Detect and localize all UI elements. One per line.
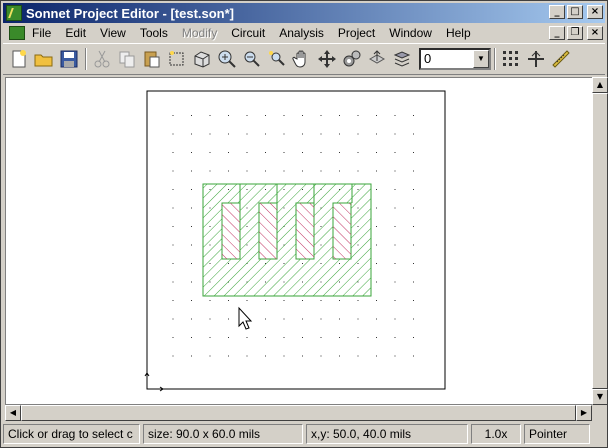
title-bar[interactable]: Sonnet Project Editor - [test.son*] _ □ …: [3, 3, 605, 23]
menu-bar: File Edit View Tools Modify Circuit Anal…: [3, 23, 605, 43]
status-zoom: 1.0x: [471, 424, 521, 444]
scroll-up-button[interactable]: ▲: [592, 77, 608, 93]
document-icon[interactable]: [9, 26, 25, 40]
doc-close-button[interactable]: ×: [587, 26, 603, 40]
circuit-layout[interactable]: [6, 78, 592, 404]
cut-icon[interactable]: [90, 47, 114, 71]
zoom-in-icon[interactable]: [215, 47, 239, 71]
level-stack-icon[interactable]: [390, 47, 414, 71]
vertical-scroll-thumb[interactable]: [592, 93, 608, 389]
minimize-button[interactable]: _: [549, 5, 565, 19]
window-title: Sonnet Project Editor - [test.son*]: [26, 5, 235, 21]
status-hint: Click or drag to select c: [3, 424, 140, 444]
select-icon[interactable]: [165, 47, 189, 71]
vertical-scrollbar[interactable]: ▲ ▼: [592, 77, 608, 405]
menu-help[interactable]: Help: [439, 23, 478, 43]
scroll-right-button[interactable]: ▶: [576, 405, 592, 421]
horizontal-scrollbar[interactable]: ◀ ▶: [5, 405, 592, 421]
level-select[interactable]: 0 ▼: [419, 48, 491, 70]
status-mode: Pointer: [524, 424, 590, 444]
close-button[interactable]: ×: [587, 5, 603, 19]
gears-icon[interactable]: [340, 47, 364, 71]
menu-circuit[interactable]: Circuit: [224, 23, 272, 43]
doc-minimize-button[interactable]: _: [549, 26, 565, 40]
main-toolbar: 0 ▼: [3, 43, 605, 75]
layout-canvas[interactable]: [5, 77, 593, 405]
status-coords: x,y: 50.0, 40.0 mils: [306, 424, 468, 444]
sonnet-app-icon[interactable]: [6, 5, 22, 21]
move-arrows-icon[interactable]: [315, 47, 339, 71]
menu-window[interactable]: Window: [382, 23, 439, 43]
chevron-down-icon[interactable]: ▼: [473, 50, 489, 68]
ruler-icon[interactable]: [549, 47, 573, 71]
level-up-icon[interactable]: [365, 47, 389, 71]
reference-plane-icon[interactable]: [524, 47, 548, 71]
menu-tools[interactable]: Tools: [133, 23, 175, 43]
maximize-button[interactable]: □: [567, 5, 583, 19]
status-bar: Click or drag to select c size: 90.0 x 6…: [3, 423, 605, 445]
open-folder-icon[interactable]: [32, 47, 56, 71]
app-window: Sonnet Project Editor - [test.son*] _ □ …: [0, 0, 608, 448]
save-icon[interactable]: [57, 47, 81, 71]
status-size: size: 90.0 x 60.0 mils: [143, 424, 303, 444]
grid-icon[interactable]: [499, 47, 523, 71]
scroll-left-button[interactable]: ◀: [5, 405, 21, 421]
copy-icon[interactable]: [115, 47, 139, 71]
zoom-out-icon[interactable]: [240, 47, 264, 71]
menu-view[interactable]: View: [93, 23, 133, 43]
pan-hand-icon[interactable]: [290, 47, 314, 71]
menu-file[interactable]: File: [25, 23, 58, 43]
menu-project[interactable]: Project: [331, 23, 382, 43]
3d-view-icon[interactable]: [190, 47, 214, 71]
level-select-value: 0: [424, 51, 432, 66]
zoom-fit-icon[interactable]: [265, 47, 289, 71]
doc-restore-button[interactable]: ❐: [567, 26, 583, 40]
scroll-down-button[interactable]: ▼: [592, 389, 608, 405]
paste-icon[interactable]: [140, 47, 164, 71]
menu-edit[interactable]: Edit: [58, 23, 93, 43]
new-file-icon[interactable]: [7, 47, 31, 71]
menu-modify[interactable]: Modify: [175, 23, 224, 43]
horizontal-scroll-thumb[interactable]: [21, 405, 576, 421]
menu-analysis[interactable]: Analysis: [272, 23, 331, 43]
